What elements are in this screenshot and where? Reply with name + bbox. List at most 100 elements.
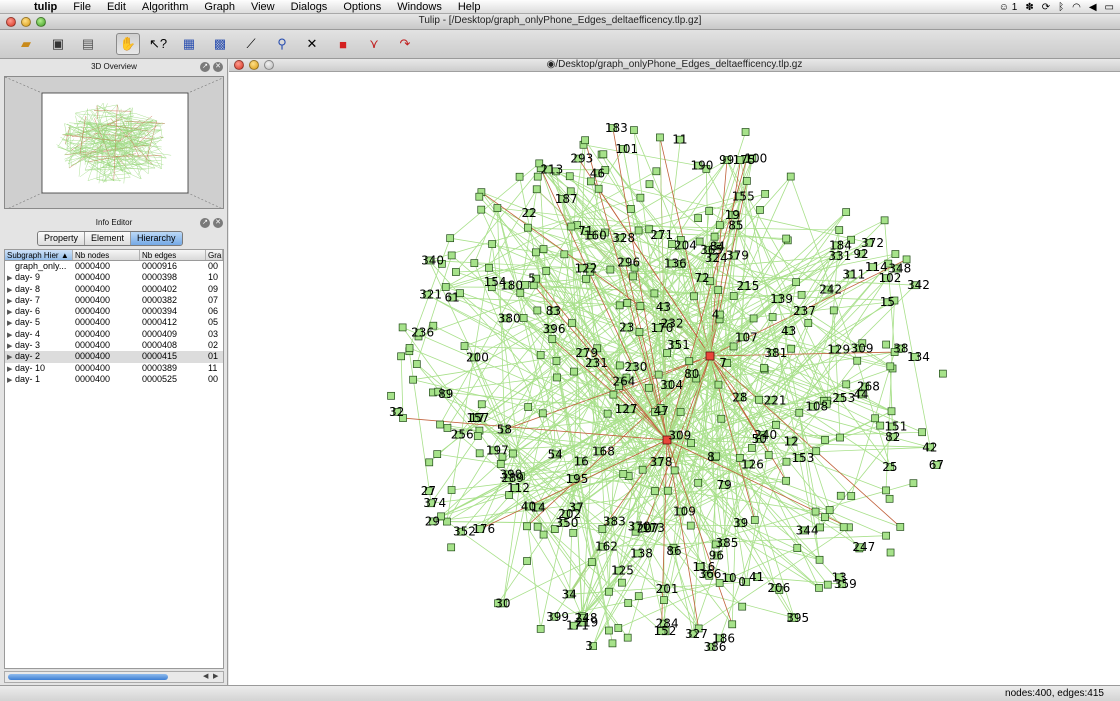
graph-node[interactable] bbox=[477, 205, 486, 214]
menu-options[interactable]: Options bbox=[335, 0, 389, 14]
graph-node[interactable] bbox=[539, 245, 548, 253]
graph-node[interactable] bbox=[645, 383, 653, 392]
battery-icon[interactable]: ▭ bbox=[1105, 2, 1114, 13]
graph-node[interactable] bbox=[714, 380, 723, 389]
graph-node[interactable] bbox=[694, 478, 703, 487]
graph-node[interactable] bbox=[839, 523, 848, 532]
overview-close-button[interactable]: ✕ bbox=[213, 62, 223, 72]
graph-node[interactable] bbox=[425, 458, 434, 467]
wifi-icon[interactable]: ◠ bbox=[1072, 2, 1081, 13]
overview-float-button[interactable]: ↗ bbox=[200, 62, 210, 72]
graph-node[interactable] bbox=[515, 172, 524, 181]
graph-node[interactable] bbox=[603, 409, 612, 418]
graph-node[interactable] bbox=[876, 421, 885, 430]
graph-node[interactable] bbox=[896, 523, 905, 531]
graph-node[interactable] bbox=[533, 522, 542, 531]
column-nb-nodes[interactable]: Nb nodes bbox=[73, 250, 140, 260]
graph-node[interactable] bbox=[594, 184, 603, 193]
graph-node[interactable] bbox=[821, 513, 829, 521]
graph-node[interactable] bbox=[629, 272, 637, 281]
graph-node[interactable] bbox=[446, 234, 455, 243]
graph-node[interactable] bbox=[645, 180, 654, 189]
graph-node[interactable] bbox=[636, 193, 645, 202]
graph-node[interactable] bbox=[823, 580, 832, 589]
table-row[interactable]: ▶ day- 9 0000400 0000398 10 bbox=[5, 272, 223, 283]
graph-node[interactable] bbox=[786, 172, 795, 181]
menu-help[interactable]: Help bbox=[450, 0, 489, 14]
graph-node[interactable] bbox=[815, 555, 824, 564]
table-row[interactable]: ▶ day- 7 0000400 0000382 07 bbox=[5, 295, 223, 306]
edit-edge-button[interactable]: ↷ bbox=[393, 33, 417, 55]
graph-node[interactable] bbox=[436, 420, 444, 429]
graph-node[interactable] bbox=[882, 531, 890, 540]
overview-panel[interactable] bbox=[4, 76, 224, 209]
graph-node[interactable] bbox=[477, 400, 486, 409]
graph-node[interactable] bbox=[569, 528, 578, 537]
graph-node[interactable] bbox=[634, 592, 643, 601]
graph-node[interactable] bbox=[847, 492, 856, 500]
save-button[interactable]: ▣ bbox=[46, 33, 70, 55]
scroll-right-icon[interactable]: ▶ bbox=[213, 672, 218, 682]
graph-node[interactable] bbox=[882, 340, 891, 349]
add-node-button[interactable]: ■ bbox=[331, 33, 355, 55]
graph-node[interactable] bbox=[782, 476, 791, 485]
graph-node[interactable] bbox=[553, 373, 561, 382]
graph-node[interactable] bbox=[887, 407, 896, 416]
graph-node[interactable] bbox=[624, 599, 633, 607]
graph-node[interactable] bbox=[470, 259, 479, 267]
graph-node[interactable] bbox=[524, 403, 533, 411]
table-row[interactable]: ▶ day- 8 0000400 0000402 09 bbox=[5, 284, 223, 295]
graph-node[interactable] bbox=[782, 457, 791, 466]
graph-node[interactable] bbox=[581, 136, 589, 145]
zoom-tool-button[interactable]: ⚲ bbox=[270, 33, 294, 55]
graph-node[interactable] bbox=[636, 302, 645, 310]
graph-node[interactable] bbox=[891, 250, 900, 258]
graph-node[interactable] bbox=[538, 409, 547, 418]
expand-arrow-icon[interactable]: ▶ bbox=[7, 352, 15, 362]
graph-node[interactable] bbox=[614, 624, 623, 632]
graph-hub-node[interactable] bbox=[705, 351, 715, 361]
graph-node[interactable] bbox=[836, 433, 844, 442]
column-subgraph[interactable]: Subgraph Hier ▲ bbox=[5, 250, 73, 260]
graph-node[interactable] bbox=[623, 633, 632, 642]
graph-node[interactable] bbox=[886, 362, 895, 371]
graph-node[interactable] bbox=[485, 263, 493, 272]
menu-view[interactable]: View bbox=[243, 0, 283, 14]
graph-node[interactable] bbox=[552, 356, 561, 365]
graph-node[interactable] bbox=[599, 150, 608, 159]
graph-node[interactable] bbox=[882, 486, 890, 495]
graph-node[interactable] bbox=[605, 587, 613, 596]
table-row[interactable]: graph_only... 0000400 0000916 00 bbox=[5, 261, 223, 272]
navigate-tool-button[interactable]: ✋ bbox=[116, 33, 140, 55]
graph-node[interactable] bbox=[714, 286, 723, 294]
graph-node[interactable] bbox=[623, 299, 632, 307]
graph-node[interactable] bbox=[509, 449, 517, 458]
graph-node[interactable] bbox=[764, 451, 773, 459]
graph-node[interactable] bbox=[811, 507, 820, 516]
graph-node[interactable] bbox=[750, 516, 759, 524]
table-row[interactable]: ▶ day- 3 0000400 0000408 02 bbox=[5, 340, 223, 351]
graph-node[interactable] bbox=[473, 432, 482, 440]
graph-node[interactable] bbox=[433, 450, 442, 458]
graph-node[interactable] bbox=[405, 344, 414, 352]
graph-node[interactable] bbox=[690, 292, 698, 301]
scrollbar-thumb[interactable] bbox=[8, 674, 168, 680]
graph-node[interactable] bbox=[694, 214, 702, 223]
tab-element[interactable]: Element bbox=[85, 232, 132, 245]
graph-node[interactable] bbox=[880, 216, 889, 225]
graph-node[interactable] bbox=[536, 625, 545, 633]
graph-node[interactable] bbox=[523, 522, 531, 531]
info-editor-float-button[interactable]: ↗ bbox=[200, 218, 210, 228]
graph-node[interactable] bbox=[606, 265, 615, 274]
graph-node[interactable] bbox=[627, 205, 635, 213]
scroll-left-icon[interactable]: ◀ bbox=[203, 672, 208, 682]
graph-node[interactable] bbox=[447, 486, 456, 494]
tab-property[interactable]: Property bbox=[38, 232, 86, 245]
graph-node[interactable] bbox=[542, 267, 551, 275]
graph-node[interactable] bbox=[738, 602, 747, 611]
table-row[interactable]: ▶ day- 10 0000400 0000389 11 bbox=[5, 363, 223, 374]
graph-node[interactable] bbox=[638, 465, 647, 474]
add-edge-button[interactable]: ⋎ bbox=[362, 33, 386, 55]
graph-node[interactable] bbox=[886, 548, 895, 557]
graph-node[interactable] bbox=[609, 390, 618, 399]
